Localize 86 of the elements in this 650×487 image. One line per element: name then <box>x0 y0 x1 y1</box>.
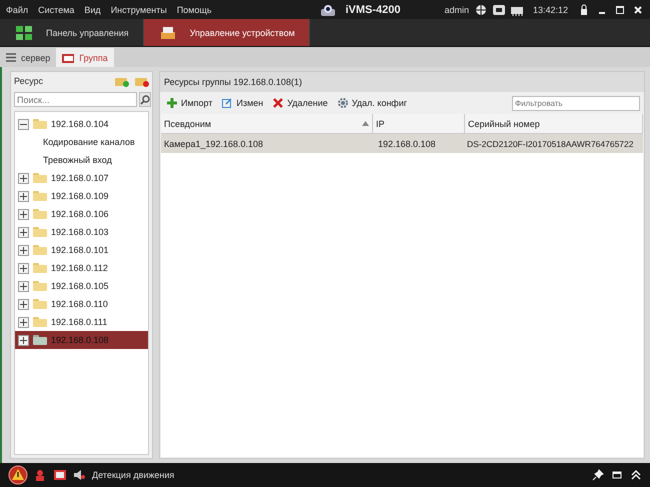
folder-icon <box>33 191 47 201</box>
sort-icon <box>362 121 369 126</box>
window-icon[interactable] <box>611 469 623 481</box>
collapse-icon[interactable] <box>18 118 29 130</box>
menu-item[interactable]: Помощь <box>176 4 212 14</box>
column-header[interactable]: IP <box>373 114 465 133</box>
tree-item[interactable]: 192.168.0.104 <box>15 115 148 133</box>
plus-icon <box>167 98 177 108</box>
folder-icon <box>33 281 47 291</box>
edit-icon <box>222 98 232 108</box>
globe-icon[interactable] <box>474 4 487 16</box>
folder-icon <box>33 209 47 219</box>
sub-tab[interactable]: сервер <box>0 48 56 67</box>
toolbar-button[interactable]: Импорт <box>164 98 216 108</box>
delete-folder-icon[interactable] <box>135 76 149 86</box>
grid-icon <box>16 26 32 40</box>
toolbar-button[interactable]: Измен <box>219 98 266 108</box>
table-row[interactable]: Камера1_192.168.0.108 192.168.0.108 DS-2CD2120F-I20170518AAWR764765722 <box>161 134 643 153</box>
panel-title: Ресурсы группы 192.168.0.108(1) <box>164 77 302 87</box>
expand-icon[interactable] <box>18 244 29 256</box>
main-tab[interactable]: Панель управления <box>0 19 144 46</box>
tree-item[interactable]: 192.168.0.110 <box>15 295 148 313</box>
main-tab[interactable]: Управление устройством <box>144 19 310 46</box>
tree-item[interactable]: 192.168.0.103 <box>15 223 148 241</box>
expand-icon[interactable] <box>18 334 29 346</box>
expand-icon[interactable] <box>18 262 29 274</box>
column-header[interactable]: Серийный номер <box>465 114 643 133</box>
tree-item[interactable]: 192.168.0.105 <box>15 277 148 295</box>
close-icon[interactable] <box>632 4 644 16</box>
folder-icon <box>33 227 47 237</box>
panel-title: Ресурс <box>14 76 44 86</box>
cpu-icon[interactable] <box>492 4 505 14</box>
folder-icon <box>62 52 74 62</box>
toolbar-button[interactable]: Удал. конфиг <box>334 98 410 108</box>
tree-item[interactable]: 192.168.0.109 <box>15 187 148 205</box>
tree-item[interactable]: Тревожный вход <box>15 151 148 169</box>
search-field[interactable]: Поиск... <box>14 92 137 107</box>
user-alert-icon[interactable] <box>35 469 47 481</box>
expand-icon[interactable] <box>18 172 29 184</box>
table-cell-text: 192.168.0.108 <box>377 138 437 150</box>
menu-item[interactable]: Система <box>38 4 74 14</box>
pin-icon[interactable] <box>592 469 604 481</box>
folder-icon <box>33 335 47 345</box>
menu-item[interactable]: Вид <box>84 4 101 14</box>
expand-icon[interactable] <box>18 190 29 202</box>
menu-item[interactable]: Файл <box>6 4 28 14</box>
clock: 13:42:12 <box>532 4 568 14</box>
column-header[interactable]: Псевдоним <box>161 114 373 133</box>
list-icon <box>6 53 16 62</box>
toolbar-button[interactable]: Удаление <box>270 98 331 108</box>
expand-icon[interactable] <box>18 208 29 220</box>
sub-tab[interactable]: Группа <box>56 48 114 67</box>
expand-icon[interactable] <box>18 316 29 328</box>
expand-icon[interactable] <box>18 280 29 292</box>
filter-field[interactable]: Фильтровать <box>512 96 640 110</box>
tree-item[interactable]: 192.168.0.106 <box>15 205 148 223</box>
tree-item[interactable]: 192.168.0.101 <box>15 241 148 259</box>
search-button[interactable] <box>139 92 151 107</box>
delete-icon <box>273 98 284 108</box>
menu-item[interactable]: Инструменты <box>110 4 167 14</box>
tree-item[interactable]: 192.168.0.111 <box>15 313 148 331</box>
lock-icon[interactable] <box>578 4 590 16</box>
folder-icon <box>33 173 47 183</box>
folder-icon <box>33 245 47 255</box>
speaker-icon[interactable] <box>73 469 85 481</box>
folder-icon <box>33 263 47 273</box>
add-folder-icon[interactable] <box>115 76 129 86</box>
expand-icon[interactable] <box>18 226 29 238</box>
table-cell-text: DS-2CD2120F-I20170518AAWR764765722 <box>466 138 634 150</box>
folder-icon <box>33 299 47 309</box>
folder-icon <box>33 317 47 327</box>
tree-item[interactable]: 192.168.0.107 <box>15 169 148 187</box>
app-title: iVMS-4200 <box>345 4 401 16</box>
camera-icon <box>319 2 338 16</box>
user-name[interactable]: admin <box>444 4 469 14</box>
device-icon <box>160 26 176 40</box>
expand-up-icon[interactable] <box>630 469 642 481</box>
tree-item[interactable]: Кодирование каналов <box>15 133 148 151</box>
folder-icon <box>33 119 47 129</box>
tree-item[interactable]: 192.168.0.112 <box>15 259 148 277</box>
image-icon[interactable] <box>54 469 66 481</box>
expand-icon[interactable] <box>18 298 29 310</box>
table-cell-text: Камера1_192.168.0.108 <box>163 138 264 151</box>
alarm-icon[interactable] <box>8 465 28 485</box>
status-label: Детекция движения <box>92 470 174 480</box>
gear-icon <box>338 98 348 108</box>
